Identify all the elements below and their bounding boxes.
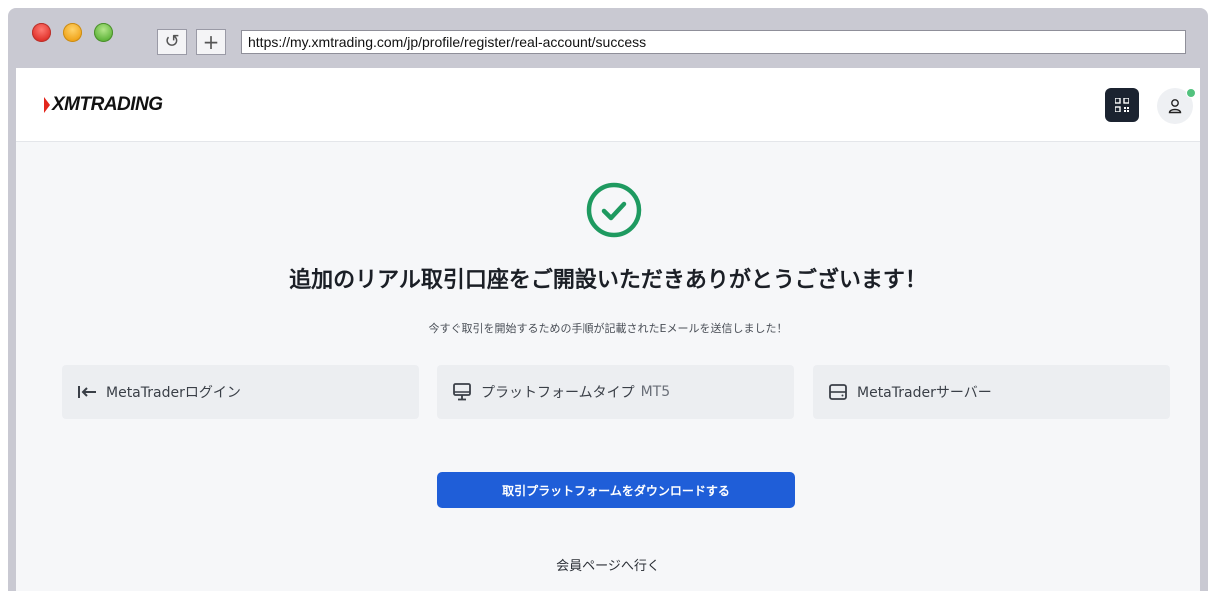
login-arrow-icon [76, 381, 98, 403]
new-tab-button[interactable]: + [196, 29, 226, 55]
qr-code-icon [1115, 98, 1129, 112]
minimize-window-button[interactable] [63, 23, 82, 42]
user-icon [1168, 99, 1182, 114]
download-platform-button[interactable]: 取引プラットフォームをダウンロードする [437, 472, 795, 508]
logo-text: XMTRADING [52, 94, 163, 115]
qr-code-button[interactable] [1105, 88, 1139, 122]
server-icon [827, 381, 849, 403]
card-label: MetaTraderログイン [106, 385, 241, 401]
maximize-window-button[interactable] [94, 23, 113, 42]
online-status-indicator [1186, 88, 1196, 98]
monitor-icon [451, 381, 473, 403]
page-viewport: XMTRADING 追加のリアル取引口座をご開設いただきありがとうございます！ … [16, 68, 1200, 591]
browser-window: ↺ + https://my.xmtrading.com/jp/profile/… [8, 8, 1208, 591]
xmtrading-logo[interactable]: XMTRADING [44, 92, 163, 118]
member-page-link[interactable]: 会員ページへ行く [16, 555, 1200, 574]
card-label: MetaTraderサーバー [857, 385, 992, 401]
check-circle-icon [586, 182, 642, 238]
plus-icon: + [202, 30, 220, 54]
site-header: XMTRADING [16, 68, 1200, 142]
logo-mark-icon [44, 97, 50, 113]
success-subtitle: 今すぐ取引を開始するための手順が記載されたEメールを送信しました！ [428, 322, 788, 335]
success-title: 追加のリアル取引口座をご開設いただきありがとうございます！ [289, 268, 927, 293]
metatrader-server-card[interactable]: MetaTraderサーバー [813, 365, 1170, 419]
browser-titlebar: ↺ + https://my.xmtrading.com/jp/profile/… [8, 8, 1208, 68]
reload-icon: ↺ [164, 31, 180, 52]
card-label: プラットフォームタイプ [481, 385, 635, 401]
close-window-button[interactable] [32, 23, 51, 42]
metatrader-login-card[interactable]: MetaTraderログイン [62, 365, 419, 419]
address-bar[interactable]: https://my.xmtrading.com/jp/profile/regi… [241, 30, 1186, 54]
card-value: MT5 [640, 384, 671, 400]
reload-button[interactable]: ↺ [157, 29, 187, 55]
platform-type-card[interactable]: プラットフォームタイプ MT5 [437, 365, 794, 419]
